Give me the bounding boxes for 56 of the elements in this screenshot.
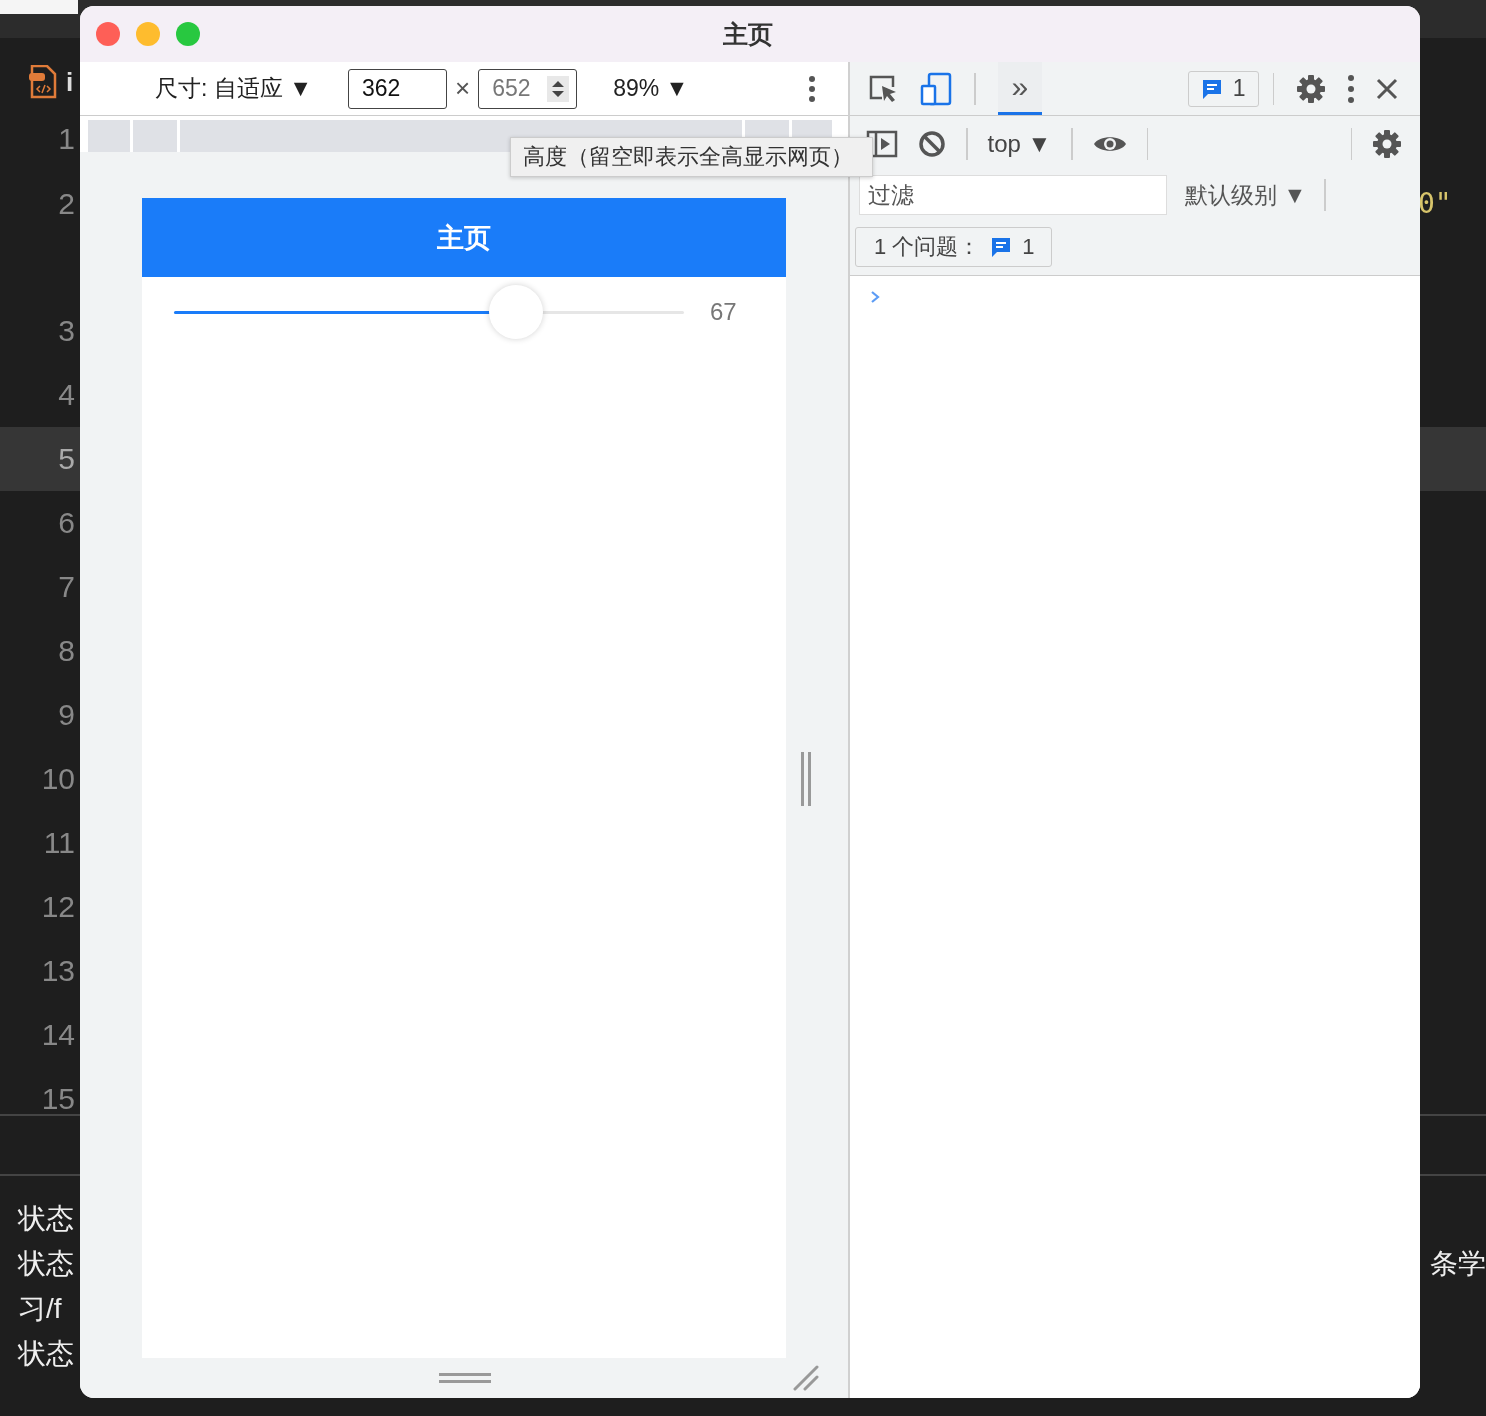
resize-corner-icon[interactable] (793, 1365, 819, 1391)
page-header: 主页 (142, 198, 786, 277)
slider-value: 67 (710, 298, 737, 326)
output-line: 状态 (18, 1336, 74, 1371)
output-line: 习/f (18, 1291, 62, 1326)
line-number: 3 (57, 314, 75, 348)
issues-button[interactable]: 1 个问题： 1 (855, 227, 1052, 267)
context-dropdown[interactable]: top ▼ (987, 129, 1052, 158)
width-field[interactable]: 362 (347, 68, 447, 109)
close-icon[interactable] (1376, 77, 1398, 100)
tooltip: 高度（留空即表示全高显示网页） (510, 137, 873, 177)
line-number: 10 (40, 762, 75, 796)
panels-tab[interactable]: » (997, 62, 1043, 115)
file-name: i (66, 66, 74, 98)
settings-icon[interactable] (1296, 73, 1326, 104)
output-line: 状态 (18, 1201, 74, 1236)
line-number: 2 (57, 187, 75, 221)
line-number: 6 (57, 506, 75, 540)
output-line: 状态 (18, 1246, 74, 1281)
dimensions-dropdown[interactable]: 尺寸: 自适应 ▼ (155, 73, 312, 104)
line-number: 14 (40, 1018, 75, 1052)
output-text: 条学 (1430, 1246, 1486, 1281)
line-number: 13 (40, 954, 75, 988)
device-toggle-icon[interactable] (920, 71, 952, 106)
sidebar-toggle-icon[interactable] (866, 129, 898, 158)
file-icon (28, 65, 58, 99)
line-number: 15 (40, 1082, 75, 1116)
more-icon[interactable] (1348, 74, 1354, 103)
times-sign: × (454, 73, 471, 104)
clear-icon[interactable] (918, 129, 946, 158)
window-title: 主页 (723, 18, 773, 50)
zoom-dropdown[interactable]: 89% ▼ (613, 75, 689, 102)
resize-handle[interactable] (800, 752, 812, 806)
more-icon[interactable] (809, 75, 815, 102)
code-text: 0" (1418, 187, 1452, 220)
slider-thumb[interactable] (488, 285, 543, 339)
line-number: 7 (57, 570, 75, 604)
settings-icon[interactable] (1372, 128, 1402, 159)
slider[interactable] (174, 284, 684, 340)
filter-field[interactable]: 过滤 (859, 175, 1167, 215)
line-number: 11 (42, 826, 75, 860)
line-number: 1 (57, 122, 75, 156)
messages-badge[interactable]: 1 (1187, 70, 1259, 107)
line-number: 4 (57, 378, 75, 412)
inspect-icon[interactable] (868, 73, 898, 104)
line-number: 8 (57, 634, 75, 668)
message-icon (1200, 77, 1223, 100)
spinner-icon[interactable] (547, 75, 570, 102)
message-icon (990, 236, 1013, 258)
line-number: 5 (57, 442, 75, 476)
close-button[interactable] (96, 22, 120, 46)
prompt-icon (870, 290, 880, 304)
line-number: 12 (40, 890, 75, 924)
line-number: 9 (57, 698, 75, 732)
levels-dropdown[interactable]: 默认级别 ▼ (1185, 179, 1307, 211)
resize-handle[interactable] (439, 1372, 491, 1384)
